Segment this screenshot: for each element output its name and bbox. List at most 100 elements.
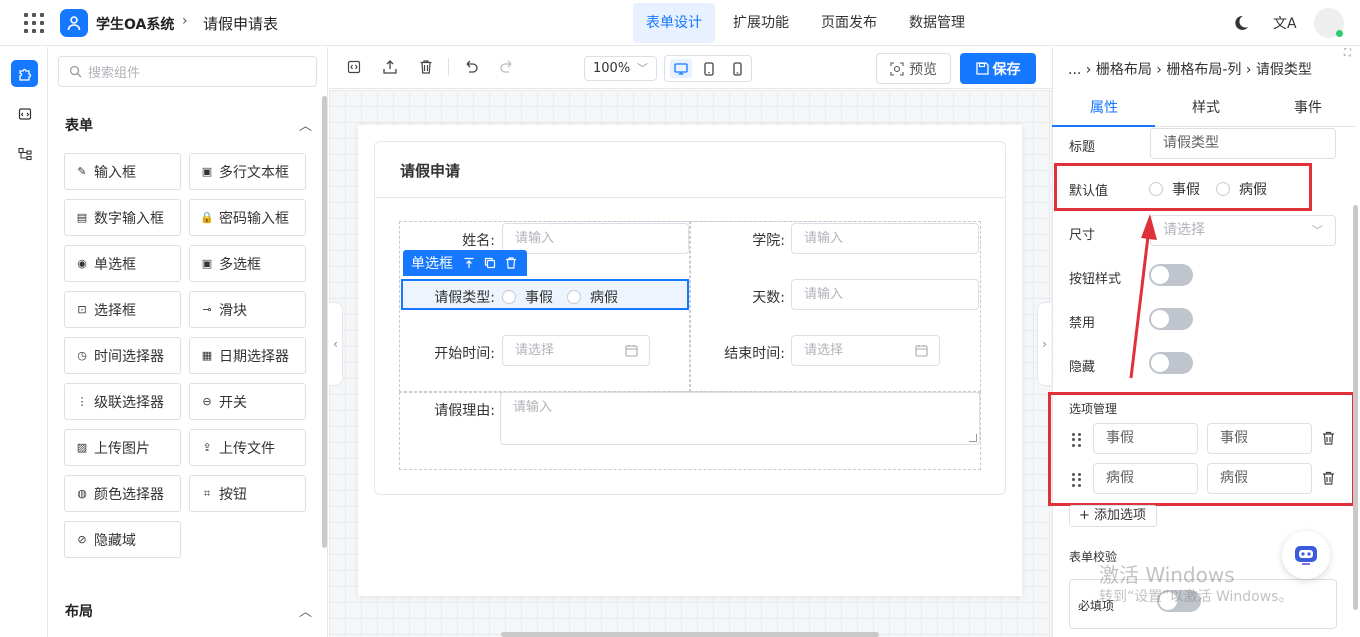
option-value-input[interactable]: 病假 [1207,463,1312,494]
college-input[interactable]: 请输入 [791,223,979,254]
preview-eye-icon [890,61,904,76]
import-icon[interactable] [381,58,399,76]
component-panel-scrollbar[interactable] [322,96,327,548]
size-select[interactable]: 请选择 ﹀ [1150,215,1336,246]
resize-handle-icon[interactable] [969,434,977,442]
copy-icon[interactable] [484,257,496,269]
collapse-right-chevron-icon[interactable]: › [1037,302,1051,386]
radio-circle[interactable] [1149,182,1163,196]
assistant-bot-icon[interactable] [1282,531,1330,579]
start-time-picker[interactable]: 请选择 [502,335,650,366]
chevron-up-icon[interactable]: ︿ [299,601,312,620]
radio-circle[interactable] [567,290,581,304]
translate-icon[interactable]: 文A [1273,13,1297,33]
trash-icon[interactable] [1322,431,1335,446]
canvas-horizontal-scrollbar[interactable] [501,632,879,637]
title-prop-label: 标题 [1069,140,1096,155]
component-item[interactable]: ⇪ 上传文件 [189,429,306,466]
mobile-icon[interactable] [726,59,748,78]
chevron-up-icon[interactable]: ︿ [299,115,312,134]
radio-circle[interactable] [502,290,516,304]
nav-tab-extensions[interactable]: 扩展功能 [720,3,802,43]
redo-icon[interactable] [498,58,516,76]
trash-icon[interactable] [417,58,435,76]
tree-structure-icon[interactable] [11,140,38,167]
days-input[interactable]: 请输入 [791,279,979,310]
components-puzzle-icon[interactable] [11,60,38,87]
component-item[interactable]: ◉ 单选框 [64,245,181,282]
reason-placeholder: 请输入 [513,400,553,415]
end-time-label: 结束时间: [724,346,785,362]
component-item[interactable]: ⋮ 级联选择器 [64,383,181,420]
component-item[interactable]: ▦ 日期选择器 [189,337,306,374]
component-item[interactable]: ▤ 数字输入框 [64,199,181,236]
component-item[interactable]: ✎ 输入框 [64,153,181,190]
properties-scrollbar[interactable] [1353,205,1358,610]
floppy-disk-icon [975,62,989,75]
save-button[interactable]: 保存 [960,53,1036,84]
number-icon: ▤ [76,211,88,224]
component-item[interactable]: ⊘ 隐藏域 [64,521,181,558]
desktop-icon[interactable] [670,59,692,78]
nav-tab-publish[interactable]: 页面发布 [808,3,890,43]
component-item[interactable]: ▣ 多行文本框 [189,153,306,190]
component-item[interactable]: ◍ 颜色选择器 [64,475,181,512]
end-time-picker[interactable]: 请选择 [791,335,940,366]
section-title-layout: 布局 [65,604,93,620]
leave-type-radio-group: 事假 病假 [502,287,618,307]
code-view-icon[interactable] [345,58,363,76]
button-style-label: 按钮样式 [1069,272,1122,287]
drag-handle-icon[interactable] [1072,473,1082,487]
device-switcher [664,55,752,82]
reason-label: 请假理由: [434,403,495,419]
dark-mode-moon-icon[interactable] [1232,14,1250,32]
drag-handle-icon[interactable] [1072,433,1082,447]
component-item[interactable]: 🔒 密码输入框 [189,199,306,236]
code-icon[interactable] [11,100,38,127]
component-item[interactable]: ▨ 上传图片 [64,429,181,466]
section-title-form: 表单 [65,118,93,134]
undo-icon[interactable] [462,58,480,76]
trash-icon[interactable] [1322,471,1335,486]
radio-option-label: 事假 [525,290,553,306]
move-up-icon[interactable] [463,257,475,269]
tablet-icon[interactable] [698,59,720,78]
preview-label: 预览 [909,61,937,78]
radio-option-label: 病假 [1239,182,1267,198]
tab-events[interactable]: 事件 [1294,97,1322,117]
component-item[interactable]: ⊸ 滑块 [189,291,306,328]
component-search-input[interactable]: 搜索组件 [58,56,317,87]
component-item[interactable]: ⊡ 选择框 [64,291,181,328]
reason-textarea[interactable]: 请输入 [500,392,980,445]
chevron-down-icon: ﹀ [1312,224,1323,237]
component-item[interactable]: ◷ 时间选择器 [64,337,181,374]
add-option-button[interactable]: + 添加选项 [1069,505,1157,527]
option-label-input[interactable]: 病假 [1093,463,1198,494]
title-prop-input[interactable]: 请假类型 [1150,128,1336,159]
save-label: 保存 [992,61,1021,78]
lock-icon: 🔒 [200,211,214,224]
delete-icon[interactable] [505,257,517,269]
default-value-label: 默认值 [1069,184,1109,199]
nav-tab-form-design[interactable]: 表单设计 [633,3,715,43]
calendar-icon [625,345,638,357]
tab-styles[interactable]: 样式 [1192,97,1220,117]
component-item[interactable]: ⊖ 开关 [189,383,306,420]
nav-tab-data[interactable]: 数据管理 [896,3,978,43]
option-label-input[interactable]: 事假 [1093,423,1198,454]
name-input[interactable]: 请输入 [502,223,689,254]
zoom-select[interactable]: 100% ﹀ [584,56,657,81]
collapse-left-chevron-icon[interactable]: ‹ [329,302,343,386]
apps-grid-icon[interactable] [24,13,44,33]
calendar-icon [915,345,928,357]
property-breadcrumb[interactable]: ... › 栅格布局 › 栅格布局-列 › 请假类型 [1068,59,1312,79]
component-item[interactable]: ▣ 多选框 [189,245,306,282]
component-item[interactable]: ⌗ 按钮 [189,475,306,512]
preview-button[interactable]: 预览 [876,53,951,84]
radio-circle[interactable] [1216,182,1230,196]
component-item-label: 滑块 [219,302,247,319]
tab-attributes[interactable]: 属性 [1090,97,1118,117]
component-item-label: 多行文本框 [219,164,289,181]
expand-icon[interactable]: ⛶ [1344,48,1358,62]
option-value-input[interactable]: 事假 [1207,423,1312,454]
